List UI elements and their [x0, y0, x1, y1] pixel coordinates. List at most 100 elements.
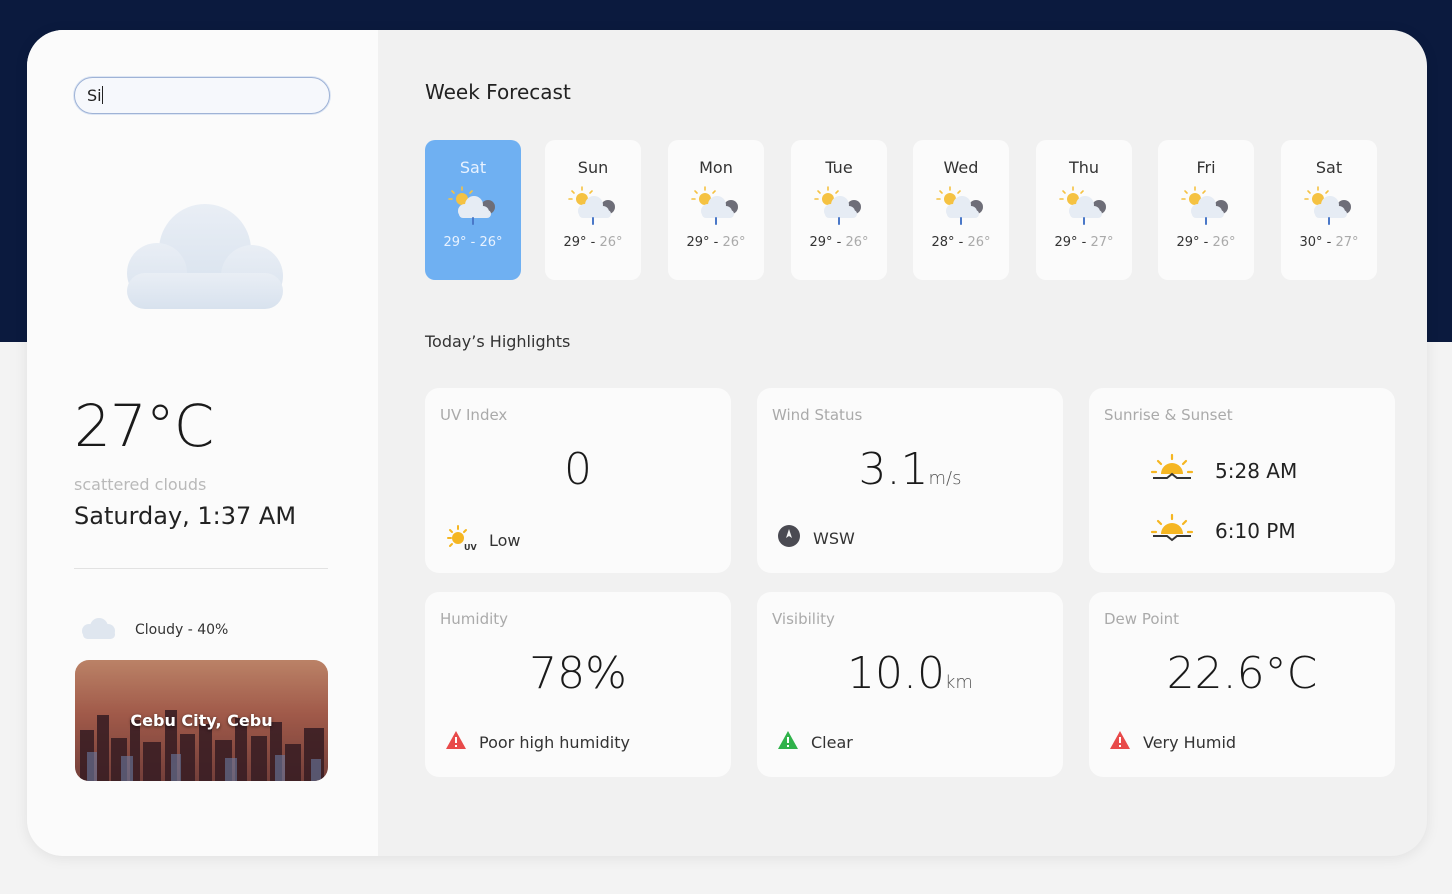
forecast-day-wed[interactable]: Wed 28° - 26°	[913, 140, 1009, 280]
forecast-temp-range: 28° - 26°	[931, 235, 991, 250]
forecast-panel: Week Forecast Sat 29° - 26° Sun 29° - 26° Mo…	[378, 30, 1427, 856]
warning-icon	[1109, 730, 1131, 754]
wind-speed-unit: m/s	[928, 468, 962, 489]
forecast-day-sun[interactable]: Sun 29° - 26°	[545, 140, 641, 280]
forecast-day-name: Mon	[699, 158, 733, 177]
visibility-label: Visibility	[772, 610, 835, 628]
uv-sun-icon: UV	[445, 524, 477, 556]
forecast-high: 29°	[809, 235, 833, 250]
uv-index-card: UV Index 0 UV Low	[425, 388, 731, 573]
current-temperature: 27°C	[74, 392, 214, 460]
forecast-high: 29°	[1176, 235, 1200, 250]
dew-point-label: Dew Point	[1104, 610, 1180, 628]
forecast-day-name: Fri	[1196, 158, 1216, 177]
forecast-day-fri[interactable]: Fri 29° - 26°	[1158, 140, 1254, 280]
cloudiness-row: Cloudy - 40%	[79, 616, 228, 644]
forecast-temp-range: 29° - 26°	[563, 235, 623, 250]
city-image: Cebu City, Cebu	[75, 660, 328, 781]
sunrise-time: 5:28 AM	[1215, 458, 1298, 483]
forecast-day-mon[interactable]: Mon 29° - 26°	[668, 140, 764, 280]
humidity-value: 78%	[529, 648, 627, 699]
humidity-label: Humidity	[440, 610, 509, 628]
small-cloud-icon	[79, 616, 117, 644]
rain-cloud-icon	[545, 185, 641, 227]
forecast-high: 28°	[931, 235, 955, 250]
warning-icon	[445, 730, 467, 754]
humidity-status: Poor high humidity	[479, 732, 630, 752]
forecast-temp-range: 29° - 26°	[443, 235, 503, 250]
forecast-high: 29°	[1054, 235, 1078, 250]
divider	[74, 568, 328, 569]
search-input-value: Si	[87, 86, 102, 105]
humidity-card: Humidity 78% Poor high humidity	[425, 592, 731, 777]
weather-description: scattered clouds	[74, 475, 207, 494]
forecast-temp-range: 29° - 26°	[686, 235, 746, 250]
sunrise-icon	[1149, 452, 1195, 489]
forecast-temp-range: 29° - 26°	[809, 235, 869, 250]
highlights-title: Today’s Highlights	[425, 332, 571, 351]
forecast-low: 26°	[967, 235, 991, 250]
cloud-icon	[107, 198, 287, 317]
current-weather-panel: Si 27°C scattered clouds Saturday, 1:37 …	[27, 30, 378, 856]
visibility-status: Clear	[811, 732, 853, 752]
uv-index-value: 0	[564, 444, 592, 495]
forecast-day-sat[interactable]: Sat 30° - 27°	[1281, 140, 1377, 280]
svg-text:UV: UV	[464, 543, 477, 552]
forecast-day-name: Thu	[1068, 158, 1100, 177]
forecast-low: 26°	[599, 235, 623, 250]
rain-cloud-icon	[913, 185, 1009, 227]
forecast-low: 26°	[479, 235, 503, 250]
sunset-icon	[1149, 512, 1195, 549]
rain-cloud-icon	[791, 185, 887, 227]
wind-status-card: Wind Status 3.1m/s WSW	[757, 388, 1063, 573]
rain-cloud-icon	[1158, 185, 1254, 227]
uv-index-label: UV Index	[440, 406, 508, 424]
compass-icon	[777, 524, 801, 552]
dew-point-status: Very Humid	[1143, 732, 1237, 752]
forecast-day-name: Sat	[459, 158, 487, 177]
forecast-low: 26°	[722, 235, 746, 250]
forecast-day-sat[interactable]: Sat 29° - 26°	[425, 140, 521, 280]
forecast-high: 29°	[686, 235, 710, 250]
forecast-low: 27°	[1335, 235, 1359, 250]
search-input[interactable]: Si	[74, 77, 330, 114]
text-caret	[101, 86, 103, 104]
rain-cloud-icon	[1036, 185, 1132, 227]
visibility-card: Visibility 10.0km Clear	[757, 592, 1063, 777]
forecast-temp-range: 29° - 26°	[1176, 235, 1236, 250]
forecast-day-name: Wed	[943, 158, 979, 177]
city-name: Cebu City, Cebu	[130, 711, 273, 730]
dew-point-card: Dew Point 22.6°C Very Humid	[1089, 592, 1395, 777]
forecast-temp-range: 30° - 27°	[1299, 235, 1359, 250]
sunrise-sunset-label: Sunrise & Sunset	[1104, 406, 1233, 424]
dew-point-value: 22.6°C	[1166, 648, 1318, 699]
forecast-high: 30°	[1299, 235, 1323, 250]
forecast-day-name: Sat	[1315, 158, 1343, 177]
ok-icon	[777, 730, 799, 754]
forecast-low: 27°	[1090, 235, 1114, 250]
rain-cloud-icon	[1281, 185, 1377, 227]
visibility-unit: km	[945, 672, 973, 693]
cloudiness-text: Cloudy - 40%	[135, 622, 229, 638]
weather-app-card: Si 27°C scattered clouds Saturday, 1:37 …	[27, 30, 1427, 856]
forecast-high: 29°	[443, 235, 467, 250]
forecast-temp-range: 29° - 27°	[1054, 235, 1114, 250]
wind-status-label: Wind Status	[772, 406, 863, 424]
forecast-high: 29°	[563, 235, 587, 250]
forecast-day-name: Sun	[577, 158, 609, 177]
current-datetime: Saturday, 1:37 AM	[74, 502, 297, 530]
rain-cloud-icon	[425, 185, 521, 227]
forecast-day-name: Tue	[825, 158, 853, 177]
visibility-value: 10.0	[847, 648, 945, 699]
sunset-time: 6:10 PM	[1215, 518, 1296, 543]
sunrise-sunset-card: Sunrise & Sunset 5:28 AM 6:10 PM	[1089, 388, 1395, 573]
forecast-day-tue[interactable]: Tue 29° - 26°	[791, 140, 887, 280]
forecast-low: 26°	[1212, 235, 1236, 250]
forecast-day-thu[interactable]: Thu 29° - 27°	[1036, 140, 1132, 280]
rain-cloud-icon	[668, 185, 764, 227]
week-forecast-title: Week Forecast	[425, 80, 571, 104]
wind-direction: WSW	[813, 528, 855, 548]
forecast-low: 26°	[845, 235, 869, 250]
wind-speed-value: 3.1	[858, 444, 929, 495]
uv-status: Low	[489, 530, 521, 550]
